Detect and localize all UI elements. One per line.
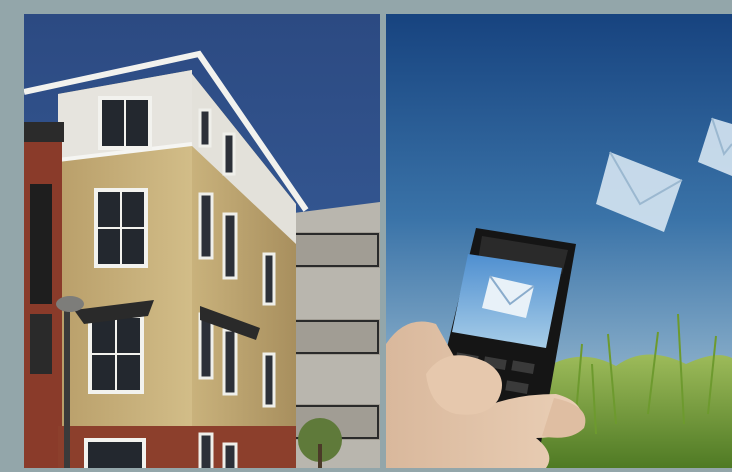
mobile-phone-photo: [386, 14, 732, 468]
mobile-phone-illustration: [386, 14, 732, 468]
photo-collage: [0, 0, 732, 472]
lamp-post: [64, 310, 70, 468]
apartment-building-photo: [24, 14, 380, 468]
apartment-building-illustration: [24, 14, 380, 468]
